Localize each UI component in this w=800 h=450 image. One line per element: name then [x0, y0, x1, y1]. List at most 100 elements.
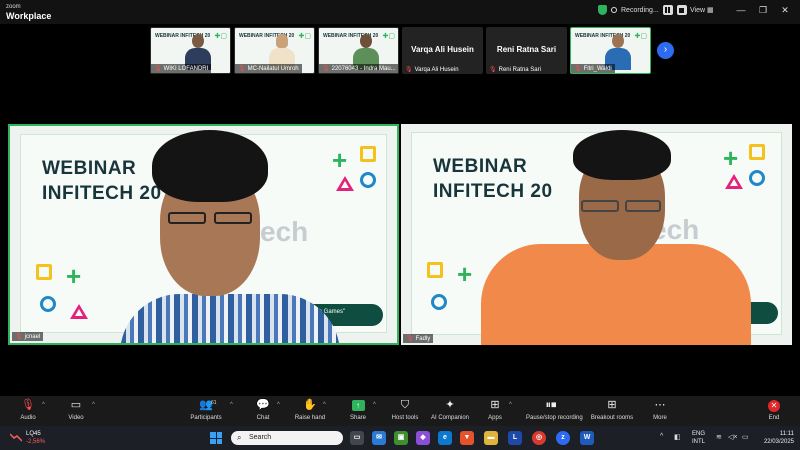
mic-muted-icon: 🎙: [238, 66, 246, 72]
participant-video: [185, 34, 211, 70]
chat-button[interactable]: 💬 Chat: [238, 399, 288, 421]
stock-widget[interactable]: LQ45 -2,56%: [26, 430, 45, 446]
apps-options-caret[interactable]: ^: [509, 402, 512, 408]
participant-thumbnail[interactable]: WEBINAR INFITECH 20 ✚▢ 🎙 22076043 - Indra…: [318, 27, 399, 74]
audio-options-caret[interactable]: ^: [42, 402, 45, 408]
participant-thumbnail[interactable]: WEBINAR INFITECH 20 ✚▢ 🎙 Fitri_Waldi: [570, 27, 651, 74]
participants-options-caret[interactable]: ^: [230, 402, 233, 408]
chat-icon: 💬: [256, 399, 270, 411]
video-tile-fadly[interactable]: WEBINAR INFITECH 20 ech ure with Games" …: [401, 124, 792, 345]
stock-name: LQ45: [26, 431, 41, 437]
shapes-icon: ✚▢: [214, 33, 227, 40]
copilot-app-icon[interactable]: ◆: [416, 431, 430, 445]
end-label: End: [768, 415, 780, 421]
participant-video: [605, 34, 631, 70]
plus-shape-icon: +: [332, 145, 348, 175]
next-page-button[interactable]: ›: [657, 42, 674, 59]
brave-browser-icon[interactable]: ▼: [460, 431, 474, 445]
participant-thumbnail[interactable]: WEBINAR INFITECH 20 ✚▢ 🎙 WIKI LOFANDRI: [150, 27, 231, 74]
volume-muted-icon[interactable]: ◁×: [728, 433, 737, 441]
store-app-icon[interactable]: ▣: [394, 431, 408, 445]
webinar-title: WEBINAR INFITECH 20: [42, 158, 162, 204]
edge-browser-icon[interactable]: e: [438, 431, 452, 445]
host-tools-button[interactable]: ⛉ Host tools: [380, 399, 430, 421]
circle-shape-icon: [749, 170, 765, 186]
participant-name-label: 🎙 jcnael: [12, 332, 44, 341]
stop-recording-icon[interactable]: [676, 5, 687, 15]
close-button[interactable]: ✕: [778, 5, 792, 16]
pause-recording-button[interactable]: ⏸⏹ Pause/stop recording: [526, 399, 583, 421]
battery-icon[interactable]: ▭: [742, 433, 749, 441]
participant-thumbnail[interactable]: WEBINAR INFITECH 20 ✚▢ 🎙 MC-Nailatul Umro…: [234, 27, 315, 74]
windows-start-icon[interactable]: [210, 432, 222, 444]
task-view-icon[interactable]: ▭: [350, 431, 364, 445]
system-clock[interactable]: 11:11 22/03/2025: [756, 430, 794, 446]
tray-chevron-icon[interactable]: ^: [660, 433, 663, 440]
word-app-icon[interactable]: W: [580, 431, 594, 445]
file-explorer-icon[interactable]: ▬: [484, 431, 498, 445]
clock-time: 11:11: [779, 431, 794, 437]
wifi-icon[interactable]: ≋: [716, 433, 722, 441]
minimize-button[interactable]: —: [734, 5, 748, 15]
raise-hand-label: Raise hand: [294, 415, 326, 421]
ai-companion-label: AI Companion: [430, 415, 470, 421]
apps-icon: ⊞: [490, 399, 500, 411]
share-label: Share: [349, 415, 366, 421]
chrome-browser-icon[interactable]: ◎: [532, 431, 546, 445]
apps-button[interactable]: ⊞ Apps: [470, 399, 520, 421]
participant-name: 🎙 MC-Nailatul Umroh: [235, 64, 302, 73]
square-shape-icon: [360, 146, 376, 162]
view-label: View: [690, 7, 706, 14]
shapes-icon: ✚▢: [298, 33, 311, 40]
video-tile-jcnael[interactable]: WEBINAR INFITECH 20 ech ure with Games" …: [8, 124, 399, 345]
search-placeholder: Search: [249, 434, 272, 441]
pause-stop-icon: ⏸⏹: [545, 399, 557, 411]
mic-muted-icon: 🎙: [322, 66, 330, 72]
more-button[interactable]: ⋯ More: [635, 399, 685, 421]
audio-label: Audio: [20, 415, 36, 421]
view-button[interactable]: View ▦: [690, 6, 714, 14]
end-meeting-button[interactable]: ✕ End: [749, 399, 799, 421]
raise-hand-icon: ✋: [303, 399, 317, 411]
clock-date: 22/03/2025: [763, 439, 794, 445]
participant-thumbnail[interactable]: Varqa Ali Husein 🎙 Varqa Ali Husein: [402, 27, 483, 74]
breakout-rooms-button[interactable]: ⊞ Breakout rooms: [587, 399, 637, 421]
zoom-app-icon[interactable]: z: [556, 431, 570, 445]
share-options-caret[interactable]: ^: [373, 402, 376, 408]
square-shape-icon: [427, 262, 443, 278]
plus-shape-icon: +: [66, 261, 82, 291]
pause-recording-label: Pause/stop recording: [526, 415, 583, 421]
raise-hand-options-caret[interactable]: ^: [323, 402, 326, 408]
participant-thumbnail[interactable]: Reni Ratna Sari 🎙 Reni Ratna Sari: [486, 27, 567, 74]
background-ghost-text: ech: [260, 216, 309, 247]
teams-tray-icon[interactable]: ◧: [674, 433, 681, 441]
shapes-icon: ✚▢: [634, 33, 647, 40]
participant-name: 🎙 Fitri_Waldi: [571, 64, 615, 73]
participant-name: 🎙 Reni Ratna Sari: [489, 67, 541, 73]
chat-options-caret[interactable]: ^: [277, 402, 280, 408]
view-grid-icon: ▦: [707, 7, 714, 14]
square-shape-icon: [36, 264, 52, 280]
apps-label: Apps: [488, 415, 502, 421]
participants-button[interactable]: 👥 61 Participants: [181, 399, 231, 421]
participants-icon: 👥 61: [199, 399, 217, 411]
raise-hand-button[interactable]: ✋ Raise hand: [285, 399, 335, 421]
participant-name: 🎙 WIKI LOFANDRI: [151, 64, 212, 73]
pause-recording-icon[interactable]: [662, 5, 673, 15]
plus-shape-icon: +: [457, 259, 473, 289]
video-options-caret[interactable]: ^: [92, 402, 95, 408]
breakout-rooms-label: Breakout rooms: [590, 415, 634, 421]
recording-status: Recording...: [598, 5, 687, 15]
app-l-icon[interactable]: L: [508, 431, 522, 445]
taskbar-search-input[interactable]: ⌕ Search: [231, 431, 343, 445]
language-indicator[interactable]: ENG INTL: [692, 430, 705, 446]
maximize-button[interactable]: ❐: [756, 5, 770, 16]
audio-button[interactable]: 🎙 Audio: [3, 399, 53, 421]
circle-shape-icon: [431, 294, 447, 310]
mic-muted-icon: 🎙: [489, 67, 497, 73]
security-shield-icon[interactable]: [598, 5, 607, 15]
ai-companion-button[interactable]: ✦ AI Companion: [425, 399, 475, 421]
mail-app-icon[interactable]: ✉: [372, 431, 386, 445]
participant-name: 🎙 Varqa Ali Husein: [405, 67, 459, 73]
more-label: More: [653, 415, 667, 421]
